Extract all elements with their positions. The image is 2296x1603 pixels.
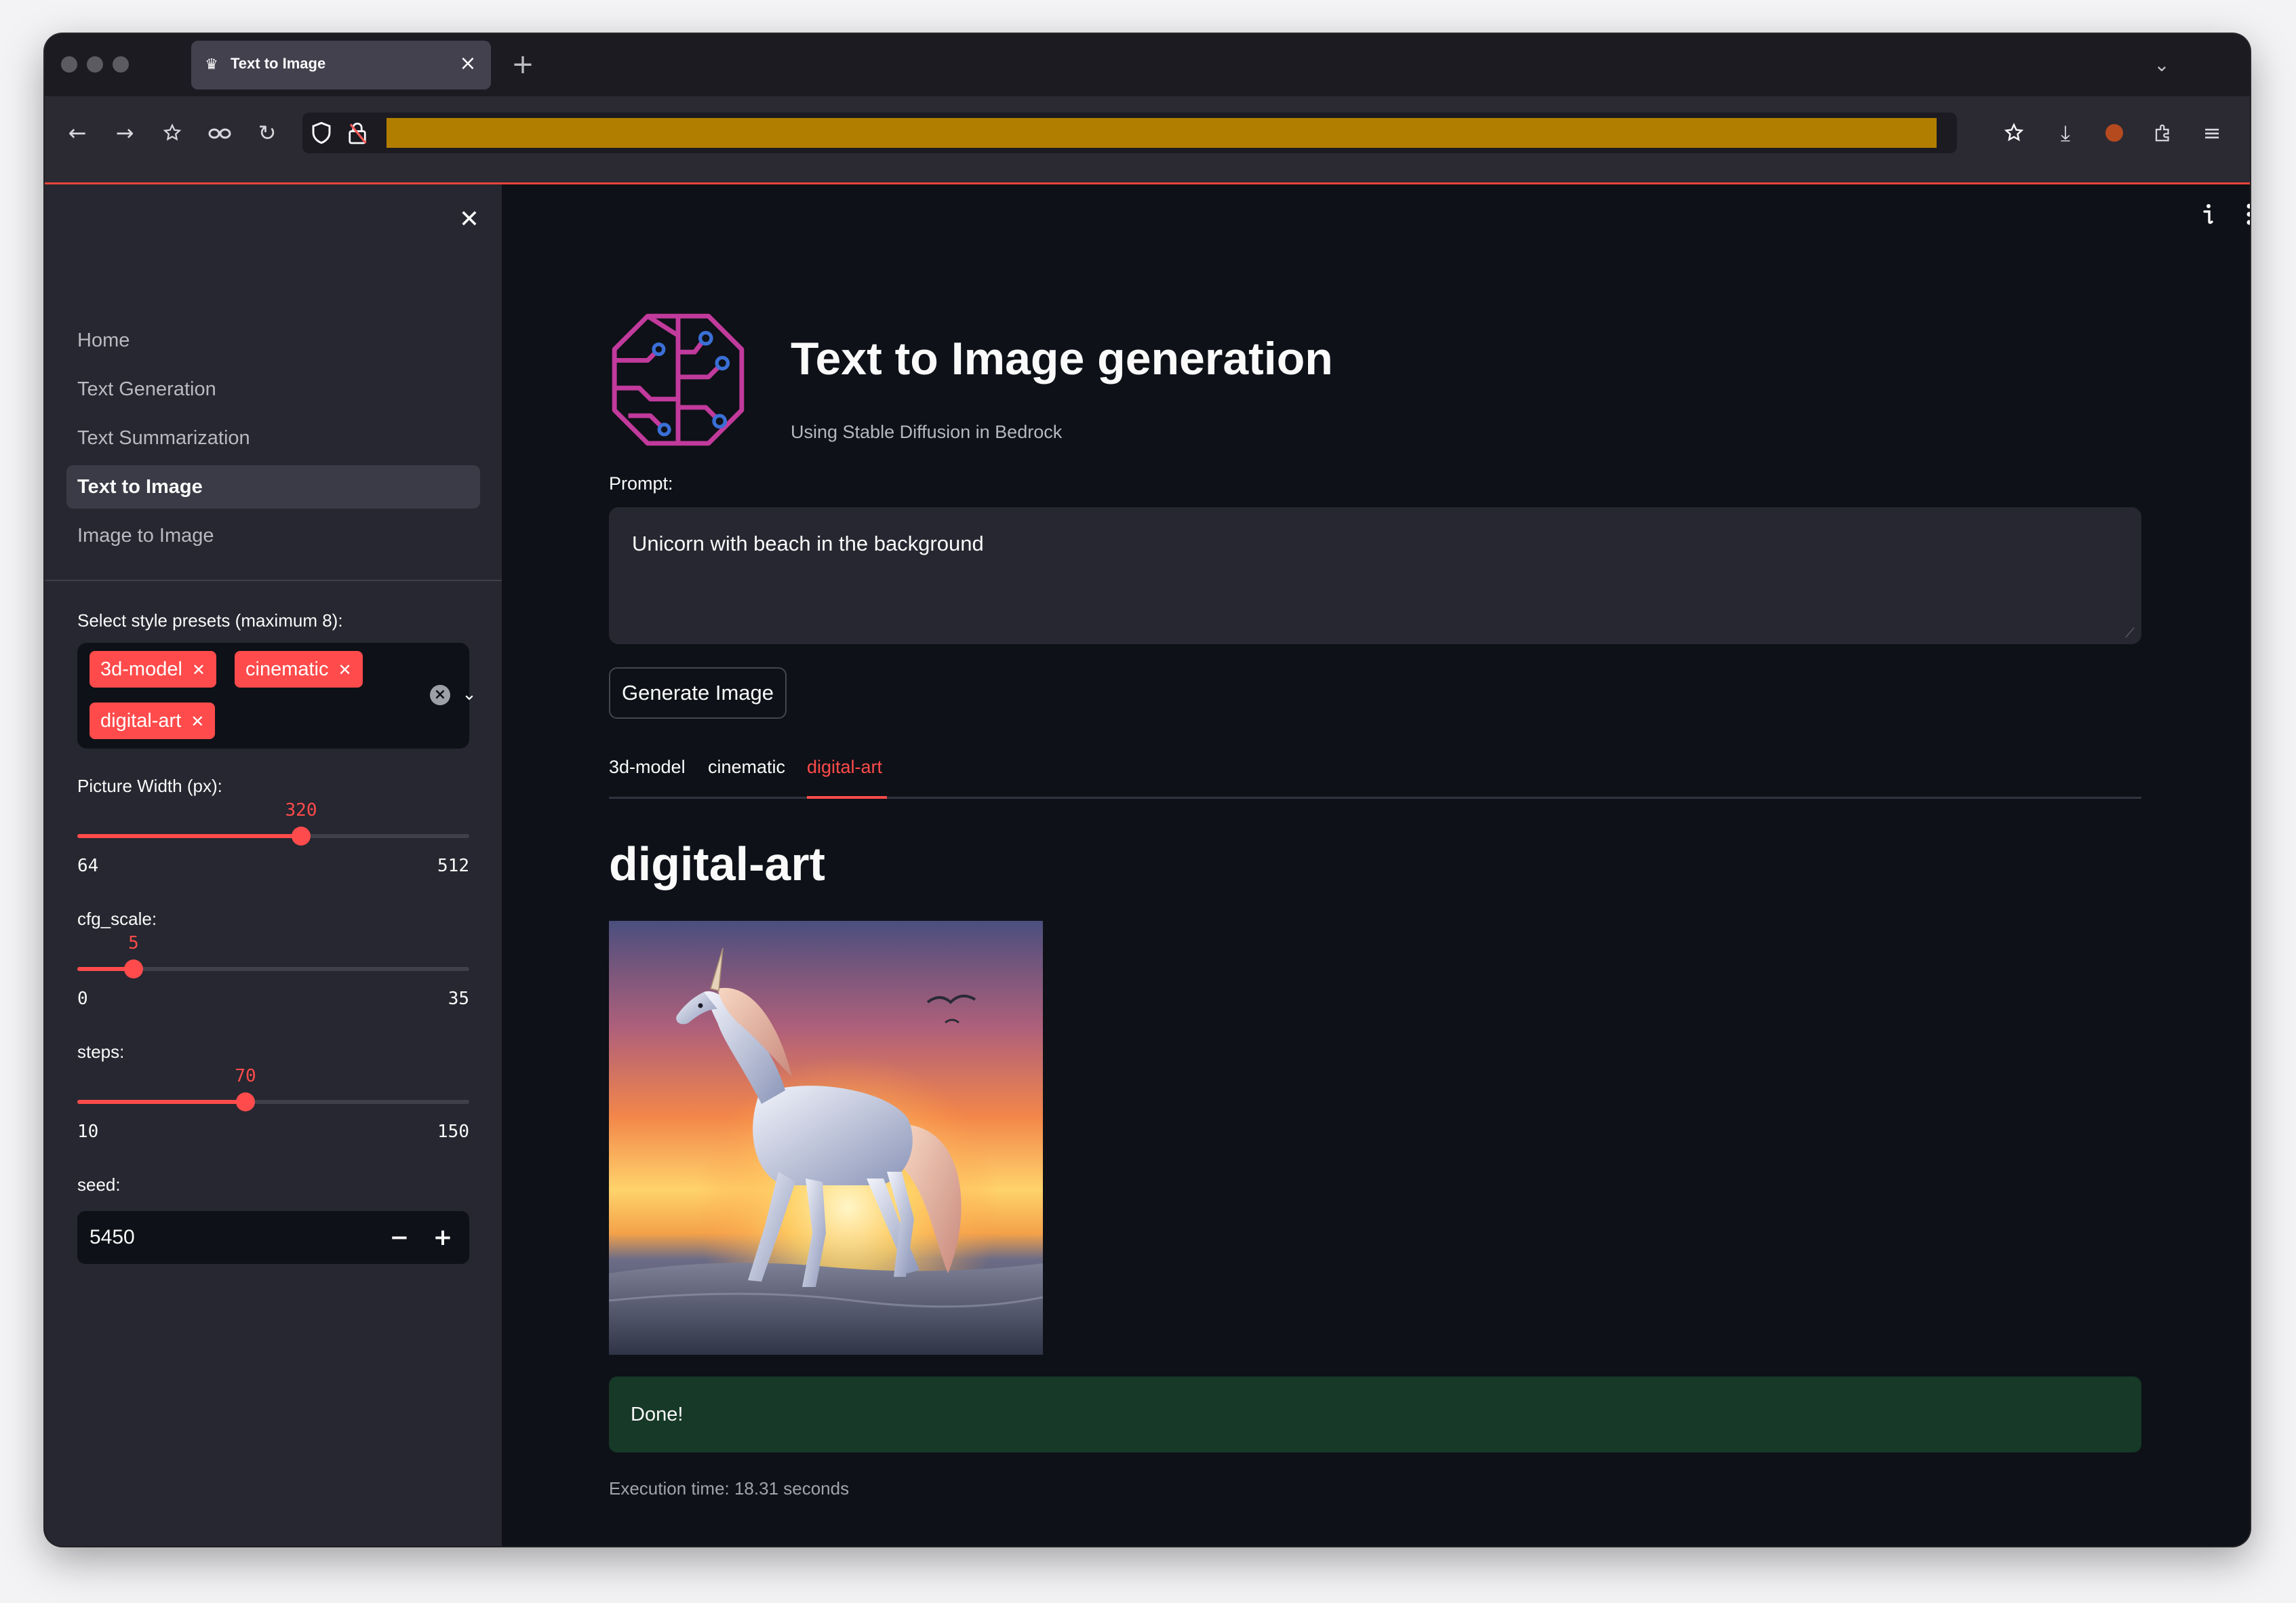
generate-image-button[interactable]: Generate Image bbox=[609, 667, 787, 719]
style-presets-multiselect[interactable]: 3d-model ✕ cinematic ✕ digital-art ✕ × ⌄ bbox=[77, 643, 477, 749]
slider-fill bbox=[77, 1100, 245, 1104]
chip-remove-icon[interactable]: ✕ bbox=[192, 661, 205, 679]
tab-cinematic[interactable]: cinematic bbox=[708, 757, 785, 778]
hamburger-menu-icon[interactable]: ≡ bbox=[2193, 114, 2231, 152]
steps-slider[interactable] bbox=[77, 1092, 469, 1111]
chip-remove-icon[interactable]: ✕ bbox=[338, 661, 352, 679]
browser-window: ♛ Text to Image × + ⌄ ← → ↻ ⤓ ≡ ✕ Home T… bbox=[45, 34, 2250, 1546]
lock-warning-icon[interactable] bbox=[347, 121, 372, 145]
window-close-dot[interactable] bbox=[61, 56, 77, 73]
slider-thumb[interactable] bbox=[292, 827, 311, 846]
slider-thumb[interactable] bbox=[124, 959, 143, 978]
browser-tab-active[interactable]: ♛ Text to Image × bbox=[191, 41, 491, 90]
page-subtitle: Using Stable Diffusion in Bedrock bbox=[791, 422, 1063, 442]
result-heading: digital-art bbox=[609, 837, 825, 890]
sidebar-divider bbox=[45, 580, 502, 581]
success-message: Done! bbox=[631, 1404, 684, 1425]
steps-min: 10 bbox=[77, 1122, 99, 1142]
shield-icon[interactable] bbox=[311, 121, 335, 145]
active-tab-underline bbox=[807, 796, 887, 799]
clear-all-icon[interactable]: × bbox=[430, 685, 450, 705]
picture-width-slider[interactable] bbox=[77, 827, 469, 846]
main-content: Text to Image generation Using Stable Di… bbox=[502, 184, 2250, 1546]
picture-width-label: Picture Width (px): bbox=[77, 776, 222, 796]
window-zoom-dot[interactable] bbox=[113, 56, 129, 73]
tab-digital-art[interactable]: digital-art bbox=[807, 757, 882, 778]
picture-width-max: 512 bbox=[437, 856, 469, 876]
new-tab-icon[interactable]: + bbox=[506, 47, 540, 81]
page-title: Text to Image generation bbox=[791, 333, 1333, 384]
sidebar-item-text-generation[interactable]: Text Generation bbox=[66, 368, 480, 411]
chip-3d-model: 3d-model ✕ bbox=[90, 651, 217, 688]
resize-grip-icon[interactable]: ⟋ bbox=[2122, 625, 2137, 640]
forward-arrow-icon[interactable]: → bbox=[106, 114, 144, 152]
steps-label: steps: bbox=[77, 1042, 125, 1062]
tab-3d-model[interactable]: 3d-model bbox=[609, 757, 686, 778]
browser-tab-bar: ♛ Text to Image × + ⌄ bbox=[45, 34, 2250, 96]
seed-number-input[interactable]: 5450 − + bbox=[77, 1211, 469, 1264]
prompt-text[interactable]: Unicorn with beach in the background bbox=[632, 532, 984, 556]
chip-remove-icon[interactable]: ✕ bbox=[191, 713, 204, 731]
generated-image bbox=[609, 921, 1043, 1355]
tab-close-icon[interactable]: × bbox=[454, 50, 481, 77]
chip-cinematic: cinematic ✕ bbox=[235, 651, 363, 688]
decrement-button[interactable]: − bbox=[381, 1219, 418, 1256]
bookmark-star-icon[interactable] bbox=[153, 114, 191, 152]
downloads-icon[interactable]: ⤓ bbox=[2046, 114, 2084, 152]
sidebar-item-image-to-image[interactable]: Image to Image bbox=[66, 514, 480, 557]
style-presets-label: Select style presets (maximum 8): bbox=[77, 610, 343, 631]
kebab-menu-icon[interactable] bbox=[2246, 199, 2250, 229]
seed-value[interactable]: 5450 bbox=[90, 1211, 135, 1264]
steps-max: 150 bbox=[437, 1122, 469, 1142]
prompt-textarea[interactable]: Unicorn with beach in the background ⟋ bbox=[609, 507, 2141, 644]
cfg-scale-slider[interactable] bbox=[77, 959, 469, 978]
success-alert: Done! bbox=[609, 1377, 2141, 1452]
extensions-puzzle-icon[interactable] bbox=[2144, 114, 2182, 152]
extension-badge-icon[interactable] bbox=[2095, 114, 2133, 152]
chip-label: 3d-model bbox=[100, 658, 182, 680]
list-all-tabs-icon[interactable]: ⌄ bbox=[2148, 52, 2175, 79]
sidebar: ✕ Home Text Generation Text Summarizatio… bbox=[45, 184, 502, 1546]
chip-label: digital-art bbox=[100, 710, 182, 732]
prompt-label: Prompt: bbox=[609, 473, 673, 494]
cfg-scale-label: cfg_scale: bbox=[77, 909, 157, 929]
crown-icon: ♛ bbox=[205, 56, 218, 73]
seed-label: seed: bbox=[77, 1174, 121, 1195]
sidebar-item-text-summarization[interactable]: Text Summarization bbox=[66, 416, 480, 460]
sidebar-item-text-to-image[interactable]: Text to Image bbox=[66, 465, 480, 509]
chevron-down-icon[interactable]: ⌄ bbox=[457, 682, 481, 707]
browser-tab-title: Text to Image bbox=[231, 55, 326, 72]
info-icon[interactable] bbox=[2193, 199, 2223, 229]
back-arrow-icon[interactable]: ← bbox=[58, 114, 96, 152]
slider-fill bbox=[77, 834, 301, 838]
cfg-scale-max: 35 bbox=[448, 989, 469, 1009]
picture-width-value: 320 bbox=[285, 800, 317, 820]
window-minimize-dot[interactable] bbox=[87, 56, 103, 73]
cfg-scale-value: 5 bbox=[128, 933, 139, 953]
execution-time-text: Execution time: 18.31 seconds bbox=[609, 1478, 850, 1499]
reload-icon[interactable]: ↻ bbox=[248, 114, 286, 152]
picture-width-min: 64 bbox=[77, 856, 99, 876]
style-tabs: 3d-model cinematic digital-art bbox=[609, 751, 2141, 799]
slider-thumb[interactable] bbox=[236, 1092, 255, 1111]
url-text-redacted[interactable] bbox=[387, 118, 1937, 148]
browser-nav-bar: ← → ↻ ⤓ ≡ bbox=[45, 96, 2250, 184]
url-bar[interactable] bbox=[302, 113, 1957, 153]
chip-label: cinematic bbox=[245, 658, 329, 680]
steps-value: 70 bbox=[235, 1066, 256, 1086]
cfg-scale-min: 0 bbox=[77, 989, 88, 1009]
increment-button[interactable]: + bbox=[424, 1219, 461, 1256]
brain-circuit-logo bbox=[609, 311, 747, 449]
sidebar-close-icon[interactable]: ✕ bbox=[452, 202, 487, 237]
bookmark-page-star-icon[interactable] bbox=[1995, 114, 2033, 152]
private-mask-icon[interactable] bbox=[201, 114, 239, 152]
sidebar-item-home[interactable]: Home bbox=[66, 319, 480, 362]
chip-digital-art: digital-art ✕ bbox=[90, 702, 216, 739]
